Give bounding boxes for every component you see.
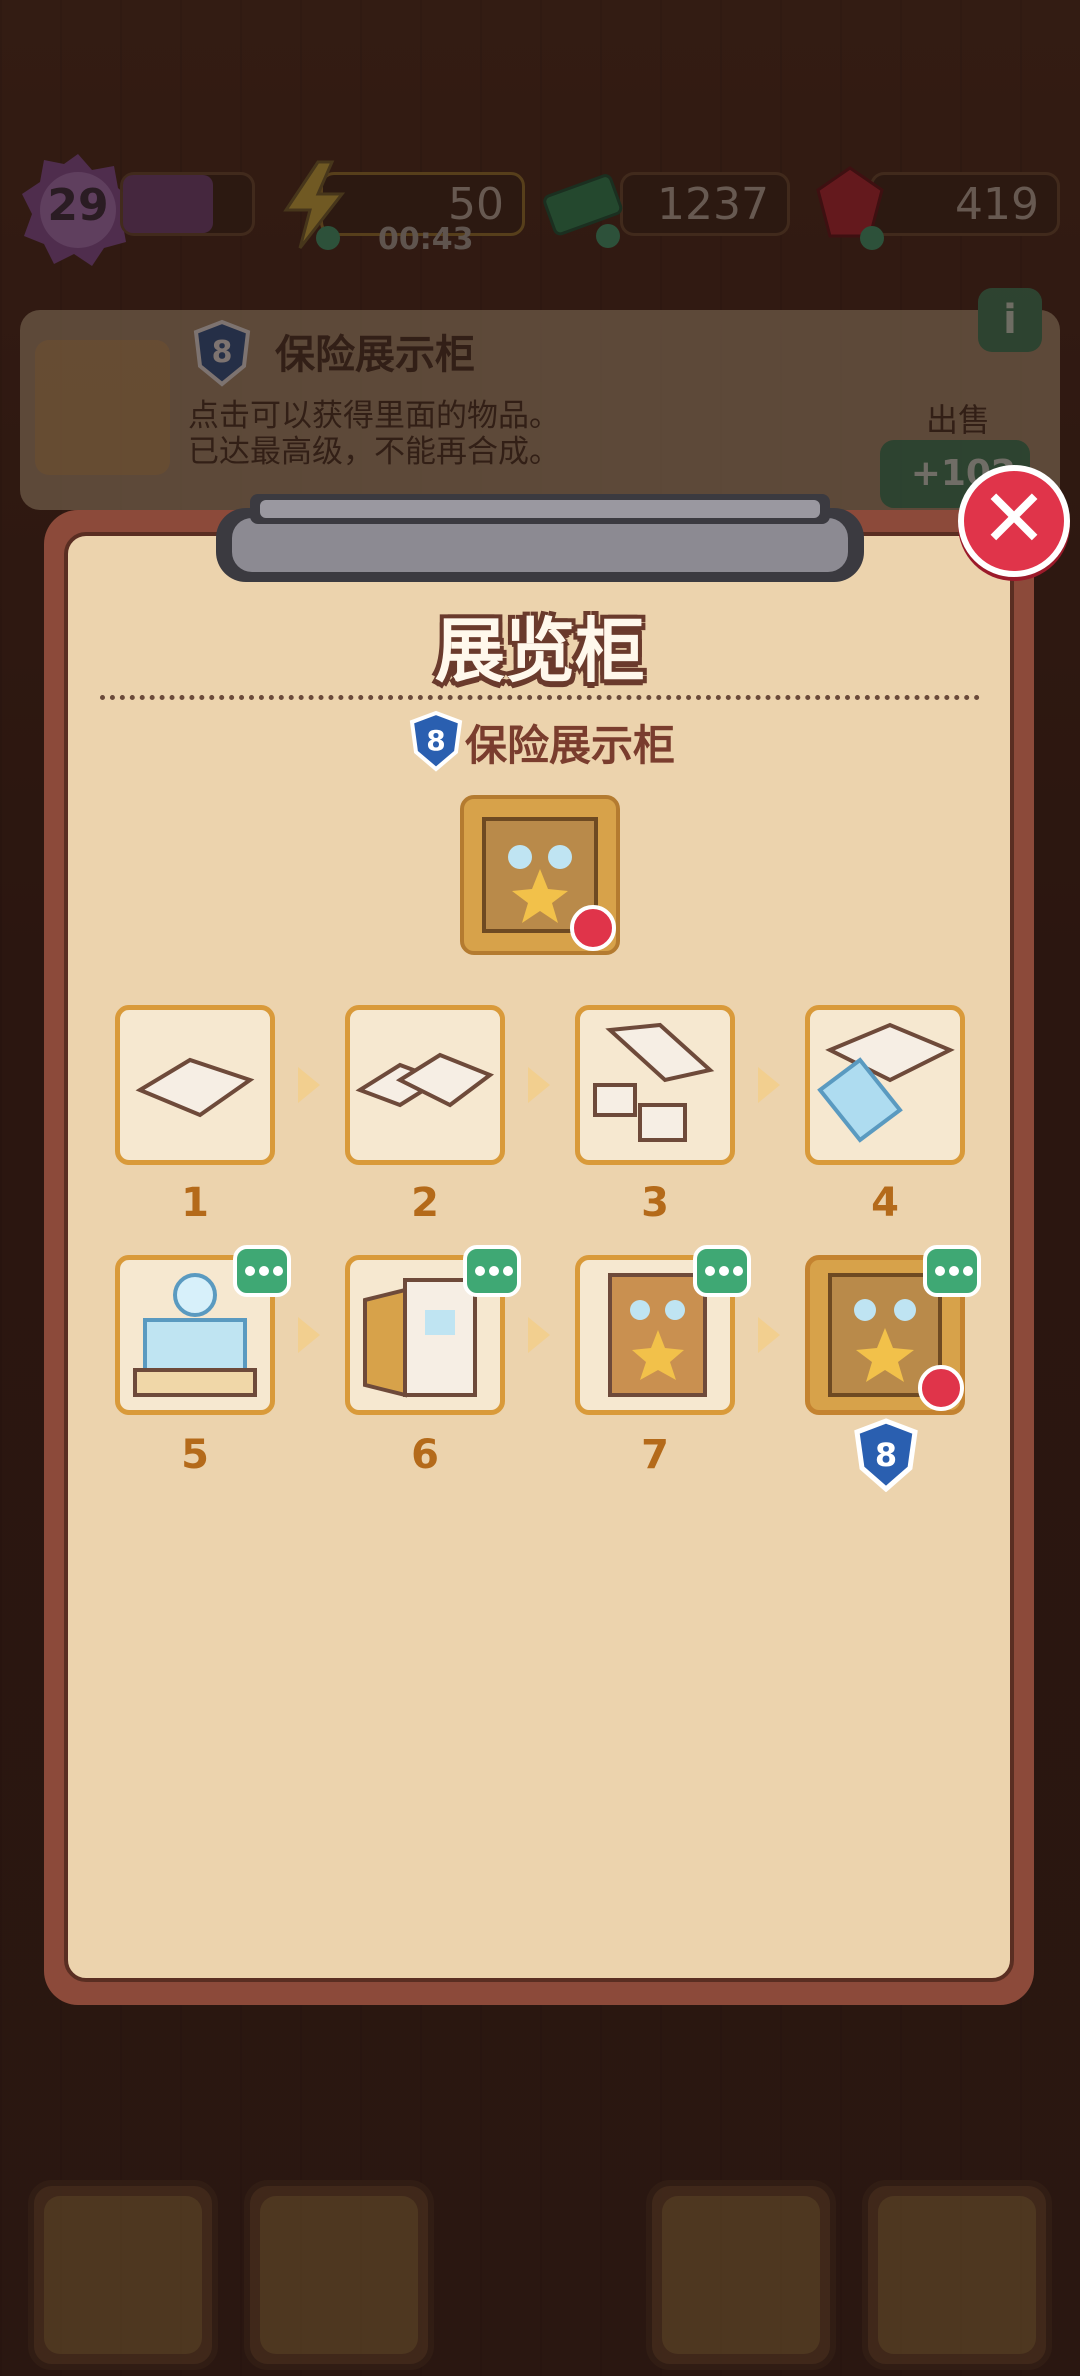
chevron-right-icon <box>298 1317 320 1353</box>
clipboard-clip <box>216 494 864 582</box>
chain-number: 5 <box>181 1432 209 1478</box>
modal-title: 展览柜 <box>435 610 645 692</box>
wood-pieces-icon <box>593 1022 715 1142</box>
more-options-icon[interactable] <box>463 1245 521 1297</box>
chevron-right-icon <box>528 1317 550 1353</box>
item-subtitle: 保险展示柜 <box>465 721 676 770</box>
chain-item-3[interactable] <box>575 1005 735 1165</box>
chain-number: 3 <box>641 1180 669 1226</box>
close-button[interactable]: ✕ <box>958 465 1070 577</box>
svg-text:8: 8 <box>875 1436 897 1474</box>
more-options-icon[interactable] <box>923 1245 981 1297</box>
chevron-right-icon <box>528 1067 550 1103</box>
wood-plank-icon <box>135 1057 255 1118</box>
more-options-icon[interactable] <box>233 1245 291 1297</box>
chain-item-1[interactable] <box>115 1005 275 1165</box>
chain-number: 7 <box>641 1432 669 1478</box>
divider <box>100 695 980 700</box>
svg-text:8: 8 <box>426 724 445 757</box>
more-options-icon[interactable] <box>693 1245 751 1297</box>
chain-number: 6 <box>411 1432 439 1478</box>
crown-icon <box>570 905 616 951</box>
crown-icon <box>918 1365 964 1411</box>
level-shield-icon: 8 <box>854 1418 918 1492</box>
wood-planks-icon <box>355 1052 495 1108</box>
chevron-right-icon <box>758 1317 780 1353</box>
chain-number: 2 <box>411 1180 439 1226</box>
chain-item-4[interactable] <box>805 1005 965 1165</box>
chain-number: 1 <box>181 1180 209 1226</box>
chain-item-2[interactable] <box>345 1005 505 1165</box>
wood-glass-icon <box>817 1022 955 1143</box>
level-shield-icon: 8 <box>409 710 463 772</box>
chevron-right-icon <box>298 1067 320 1103</box>
chevron-right-icon <box>758 1067 780 1103</box>
close-icon: ✕ <box>980 472 1048 565</box>
chain-number: 4 <box>871 1180 899 1226</box>
